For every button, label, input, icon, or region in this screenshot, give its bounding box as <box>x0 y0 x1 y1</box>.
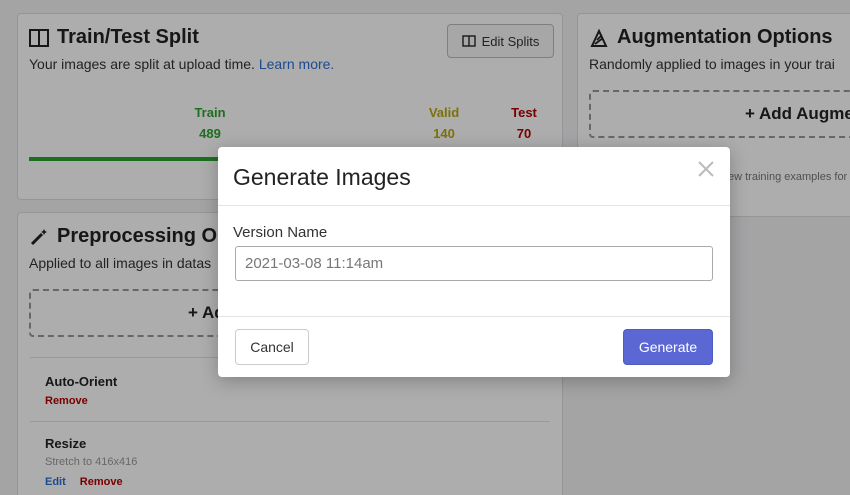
generate-images-modal: Generate Images Version Name Cancel Gene… <box>218 147 730 377</box>
modal-footer <box>218 316 730 317</box>
modal-header: Generate Images <box>218 147 730 206</box>
close-icon[interactable] <box>694 157 718 181</box>
version-name-input[interactable] <box>235 246 713 281</box>
version-name-label: Version Name <box>233 224 328 241</box>
cancel-button[interactable]: Cancel <box>235 329 309 365</box>
modal-title: Generate Images <box>233 164 411 190</box>
generate-button[interactable]: Generate <box>623 329 713 365</box>
